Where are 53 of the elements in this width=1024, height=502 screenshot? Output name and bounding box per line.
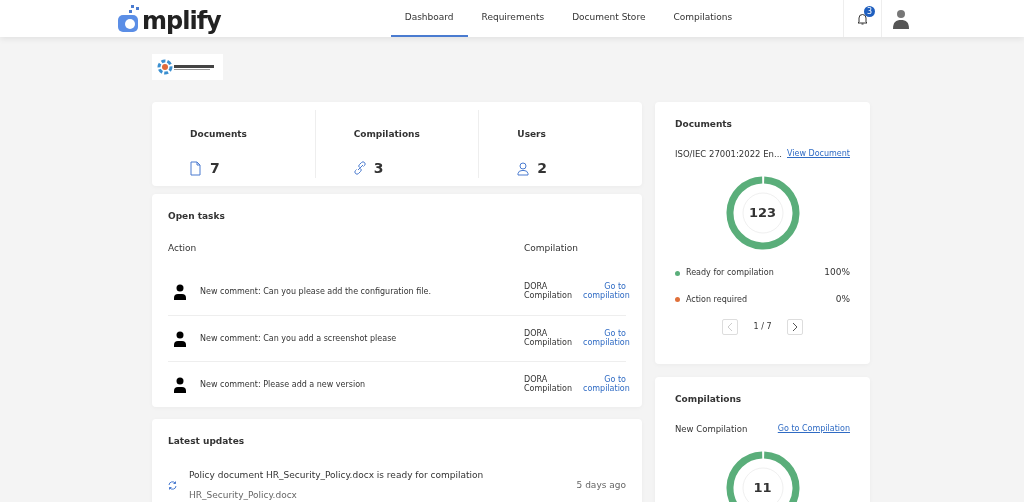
stat-label: Compilations bbox=[353, 128, 421, 141]
person-icon bbox=[174, 284, 186, 300]
column-header: Action bbox=[168, 241, 198, 255]
panel-title: Documents bbox=[675, 118, 733, 131]
panel-title: Latest updates bbox=[168, 435, 246, 448]
column-header: Compilation bbox=[524, 241, 580, 255]
person-icon bbox=[174, 376, 186, 393]
stat-label: Users bbox=[517, 128, 547, 141]
panel-title: Open tasks bbox=[168, 210, 226, 223]
nav-tab[interactable]: Requirements bbox=[467, 0, 559, 37]
legend-label: Ready for compilation bbox=[686, 267, 775, 279]
legend-value: 100% bbox=[824, 266, 850, 280]
bell-icon bbox=[857, 12, 868, 25]
next-page-button[interactable] bbox=[787, 319, 804, 336]
compilation-name: DORA Compilation bbox=[524, 329, 574, 348]
document-icon bbox=[190, 160, 202, 176]
nav-tab[interactable]: Compilations bbox=[659, 0, 747, 37]
legend-value: 0% bbox=[835, 292, 850, 306]
notification-button[interactable]: 3 bbox=[843, 0, 881, 37]
compilation-name: DORA Compilation bbox=[524, 283, 574, 301]
compilation-name: New Compilation bbox=[675, 422, 748, 436]
task-action: New comment: Can you add a screenshot please bbox=[200, 332, 398, 345]
task-action: New comment: Can you please add the configuration file. bbox=[200, 286, 432, 298]
business-logo-drawing bbox=[152, 54, 223, 80]
total-count: 123 bbox=[748, 204, 777, 223]
stat-value: 3 bbox=[373, 158, 384, 178]
logo-text: mplify bbox=[142, 8, 221, 33]
chevron-left-icon bbox=[726, 323, 733, 332]
notification-count: 3 bbox=[864, 6, 875, 17]
user-icon bbox=[517, 160, 530, 176]
stat-value: 7 bbox=[210, 158, 220, 178]
panel-title: Compilations bbox=[675, 393, 743, 406]
stat-label: Documents bbox=[190, 128, 248, 141]
stat-value: 2 bbox=[537, 158, 548, 178]
page-indicator: 1 / 7 bbox=[753, 321, 772, 334]
go-to-compilation-link[interactable]: Go to Compilation bbox=[777, 422, 850, 436]
legend-label: Action required bbox=[686, 293, 749, 306]
update-time: 5 days ago bbox=[576, 478, 626, 492]
link-icon bbox=[353, 160, 366, 176]
logo-icon bbox=[117, 4, 141, 33]
nav-tab[interactable]: Document Store bbox=[558, 0, 660, 37]
total-count: 11 bbox=[753, 479, 772, 498]
person-icon bbox=[174, 330, 186, 347]
nav-tab[interactable]: Dashboard bbox=[390, 0, 468, 37]
file-name: HR_Security_Policy.docx bbox=[189, 489, 298, 502]
update-text: Policy document HR_Security_Policy.docx is ready for compilation bbox=[189, 468, 485, 482]
view-document-link[interactable]: View Document bbox=[787, 147, 850, 161]
task-action: New comment: Please add a new version bbox=[200, 378, 367, 391]
avatar-icon[interactable] bbox=[891, 8, 910, 29]
compilation-name: DORA Compilation bbox=[524, 375, 574, 394]
document-name: ISO/IEC 27001:2022 En... bbox=[675, 147, 783, 161]
chevron-right-icon bbox=[792, 323, 799, 332]
refresh-icon bbox=[168, 481, 177, 490]
